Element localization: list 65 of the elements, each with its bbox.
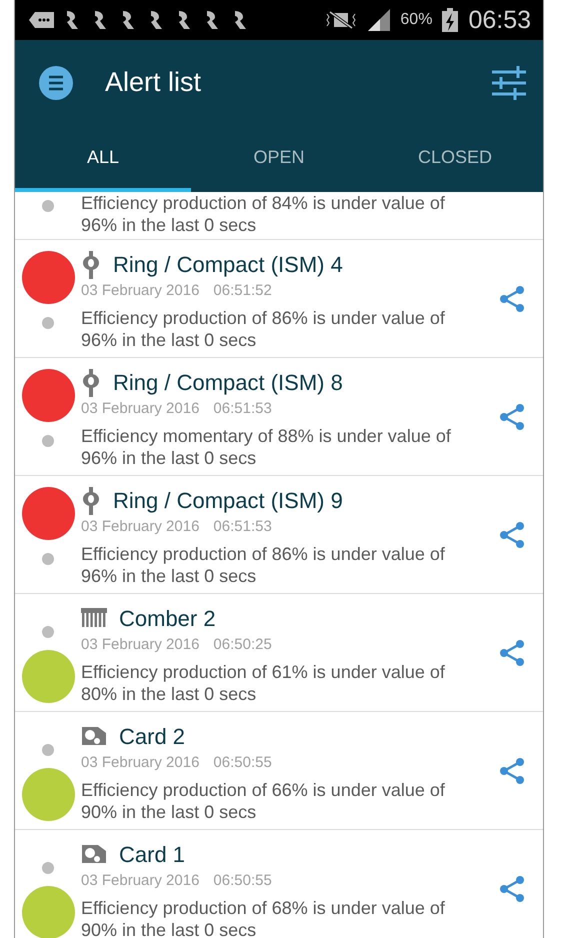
alert-description: Efficiency production of 61% is under value of 80% in the last 0 secs bbox=[81, 661, 446, 705]
tab[interactable]: CLOSED bbox=[367, 125, 543, 192]
battery-charging-icon bbox=[442, 8, 458, 32]
alert-description: Efficiency production of 86% is under value of 96% in the last 0 secs bbox=[81, 543, 446, 587]
status-dot bbox=[42, 434, 54, 446]
alert-time: 06:51:52 bbox=[213, 282, 272, 298]
signal-icon bbox=[368, 9, 390, 31]
status-dot bbox=[42, 744, 54, 756]
battery-percent: 60% bbox=[400, 11, 432, 29]
message-icon bbox=[29, 11, 55, 29]
alert-row[interactable]: Card 2 03 February 2016 06:50:55 Efficiency production of 66% is under value of 90% in the last 0 secs bbox=[15, 712, 543, 830]
alert-date: 03 February 2016 bbox=[81, 872, 200, 888]
alert-date: 03 February 2016 bbox=[81, 518, 200, 534]
alert-row[interactable]: Ring / Compact (ISM) 9 03 February 2016 06:51:53 Efficiency production of 86% is under value of 96% in the last 0 secs bbox=[15, 476, 543, 594]
menu-icon bbox=[39, 66, 73, 100]
alert-row[interactable]: Ring / Compact (ISM) 4 03 February 2016 06:51:52 Efficiency production of 86% is under value of 96% in the last 0 secs bbox=[15, 240, 543, 358]
alert-description: Efficiency production of 84% is under value of 96% in the last 0 secs bbox=[81, 192, 446, 236]
alert-description: Efficiency production of 68% is under value of 90% in the last 0 secs bbox=[81, 897, 446, 938]
share-icon[interactable] bbox=[499, 284, 525, 312]
alert-date: 03 February 2016 bbox=[81, 400, 200, 416]
alert-date: 03 February 2016 bbox=[81, 754, 200, 770]
vibrate-mute-icon bbox=[324, 10, 358, 30]
alert-title: Ring / Compact (ISM) 8 bbox=[113, 370, 343, 396]
clock-time: 06:53 bbox=[468, 6, 531, 34]
alert-date: 03 February 2016 bbox=[81, 282, 200, 298]
spindle-icon bbox=[81, 369, 101, 397]
alert-title: Comber 2 bbox=[119, 606, 216, 632]
share-icon[interactable] bbox=[499, 520, 525, 548]
alert-row[interactable]: Efficiency production of 84% is under value of 96% in the last 0 secs bbox=[15, 192, 543, 240]
tab[interactable]: ALL bbox=[15, 125, 191, 192]
spindle-icon bbox=[81, 251, 101, 279]
filter-button[interactable] bbox=[491, 64, 527, 100]
share-icon[interactable] bbox=[499, 402, 525, 430]
alert-row[interactable]: Card 1 03 February 2016 06:50:55 Efficiency production of 68% is under value of 90% in the last 0 secs bbox=[15, 830, 543, 938]
status-dot bbox=[42, 316, 54, 328]
alert-row[interactable]: Ring / Compact (ISM) 8 03 February 2016 06:51:53 Efficiency momentary of 88% is under value of 96% in the last 0 secs bbox=[15, 358, 543, 476]
alert-title: Ring / Compact (ISM) 9 bbox=[113, 488, 343, 514]
status-dot bbox=[42, 552, 54, 564]
alert-time: 06:51:53 bbox=[213, 400, 272, 416]
alert-time: 06:50:55 bbox=[213, 872, 272, 888]
alert-date: 03 February 2016 bbox=[81, 636, 200, 652]
share-icon[interactable] bbox=[499, 756, 525, 784]
alert-time: 06:50:55 bbox=[213, 754, 272, 770]
alert-description: Efficiency production of 66% is under value of 90% in the last 0 secs bbox=[81, 779, 446, 823]
tab[interactable]: OPEN bbox=[191, 125, 367, 192]
status-dot bbox=[42, 626, 54, 638]
status-dot bbox=[42, 862, 54, 874]
status-dot bbox=[42, 200, 54, 212]
share-icon[interactable] bbox=[499, 874, 525, 902]
card-machine-icon bbox=[81, 844, 107, 866]
sliders-icon bbox=[491, 64, 527, 100]
menu-button[interactable] bbox=[39, 66, 73, 100]
alert-time: 06:51:53 bbox=[213, 518, 272, 534]
alert-description: Efficiency production of 86% is under value of 96% in the last 0 secs bbox=[81, 307, 446, 351]
alert-time: 06:50:25 bbox=[213, 636, 272, 652]
card-machine-icon bbox=[81, 726, 107, 748]
comb-icon bbox=[81, 608, 107, 630]
alert-row[interactable]: Comber 2 03 February 2016 06:50:25 Efficiency production of 61% is under value of 80% in the last 0 secs bbox=[15, 594, 543, 712]
alert-title: Card 2 bbox=[119, 724, 186, 750]
spindle-icon bbox=[81, 487, 101, 515]
alert-description: Efficiency momentary of 88% is under value of 96% in the last 0 secs bbox=[81, 425, 452, 469]
screen-title: Alert list bbox=[105, 67, 202, 98]
alert-title: Card 1 bbox=[119, 842, 186, 868]
alert-title: Ring / Compact (ISM) 4 bbox=[113, 252, 343, 278]
share-icon[interactable] bbox=[499, 638, 525, 666]
